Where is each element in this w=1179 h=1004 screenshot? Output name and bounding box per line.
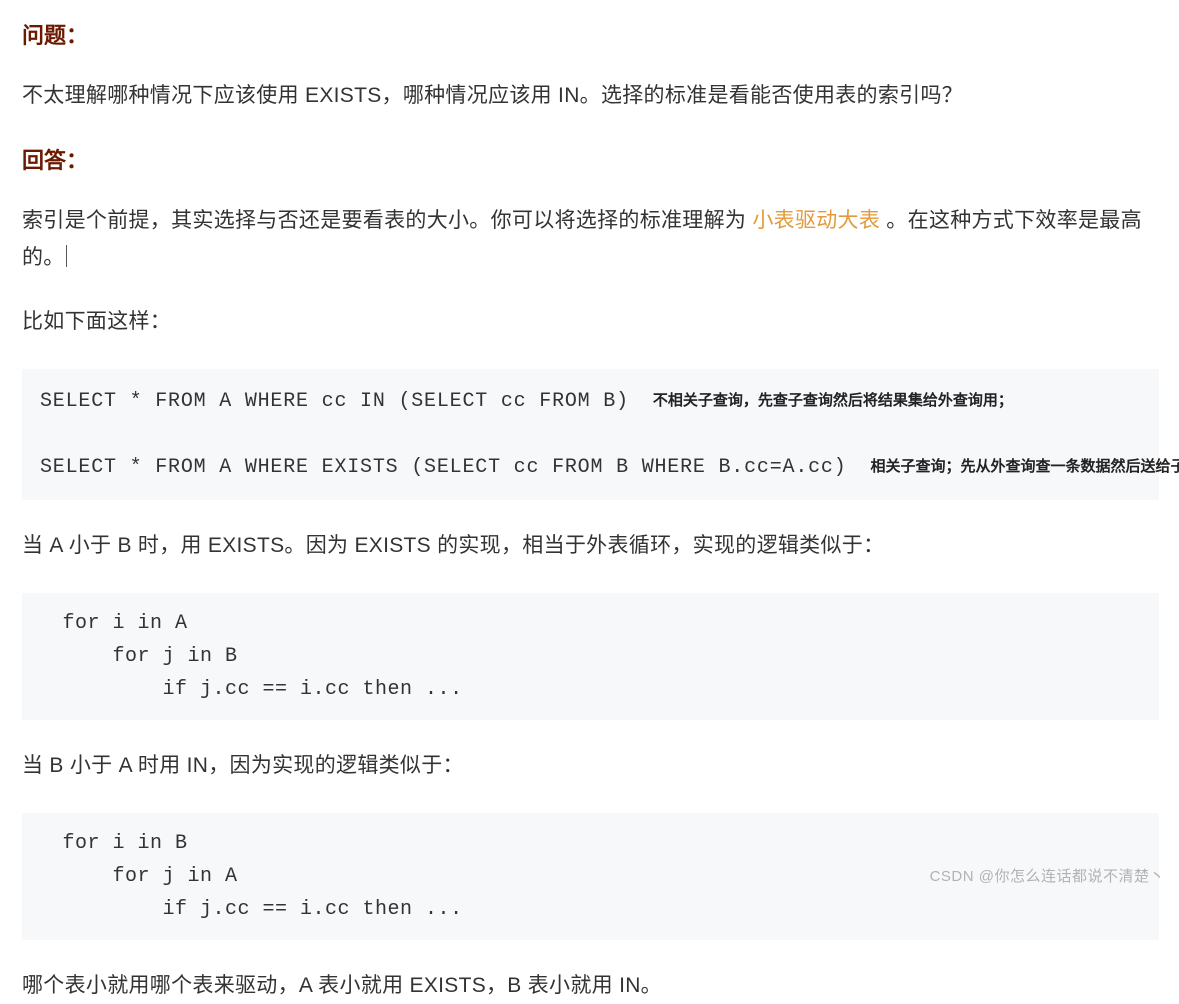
question-heading: 问题： bbox=[22, 18, 1159, 50]
sql2-annotation: 相关子查询；先从外查询查一条数据然后送给子查询 bbox=[871, 455, 1179, 480]
text-cursor bbox=[66, 245, 67, 267]
sql-blank-line bbox=[40, 418, 1141, 451]
answer-text: 索引是个前提，其实选择与否还是要看表的大小。你可以将选择的标准理解为 小表驱动大… bbox=[22, 203, 1159, 277]
answer-highlight: 小表驱动大表 bbox=[752, 209, 880, 232]
explain-exists: 当 A 小于 B 时，用 EXISTS。因为 EXISTS 的实现，相当于外表循… bbox=[22, 528, 1159, 565]
example-intro: 比如下面这样： bbox=[22, 304, 1159, 341]
sql2-code: SELECT * FROM A WHERE EXISTS (SELECT cc … bbox=[40, 451, 847, 484]
article-content: 问题： 不太理解哪种情况下应该使用 EXISTS，哪种情况应该用 IN。选择的标… bbox=[0, 0, 1179, 1004]
answer-text-pre: 索引是个前提，其实选择与否还是要看表的大小。你可以将选择的标准理解为 bbox=[22, 209, 752, 232]
explain-in: 当 B 小于 A 时用 IN，因为实现的逻辑类似于： bbox=[22, 748, 1159, 785]
loop-code-1: for i in A for j in B if j.cc == i.cc th… bbox=[22, 593, 1159, 720]
sql-code-block: SELECT * FROM A WHERE cc IN (SELECT cc F… bbox=[22, 369, 1159, 500]
summary-text: 哪个表小就用哪个表来驱动，A 表小就用 EXISTS，B 表小就用 IN。 bbox=[22, 968, 1159, 1004]
sql1-annotation: 不相关子查询，先查子查询然后将结果集给外查询用； bbox=[653, 389, 1013, 414]
question-text: 不太理解哪种情况下应该使用 EXISTS，哪种情况应该用 IN。选择的标准是看能… bbox=[22, 78, 1159, 115]
answer-heading: 回答： bbox=[22, 143, 1159, 175]
csdn-watermark: CSDN @你怎么连话都说不清楚丶 bbox=[930, 865, 1165, 886]
sql-line-1: SELECT * FROM A WHERE cc IN (SELECT cc F… bbox=[40, 385, 1141, 418]
sql1-code: SELECT * FROM A WHERE cc IN (SELECT cc F… bbox=[40, 385, 629, 418]
sql-line-2: SELECT * FROM A WHERE EXISTS (SELECT cc … bbox=[40, 451, 1141, 484]
